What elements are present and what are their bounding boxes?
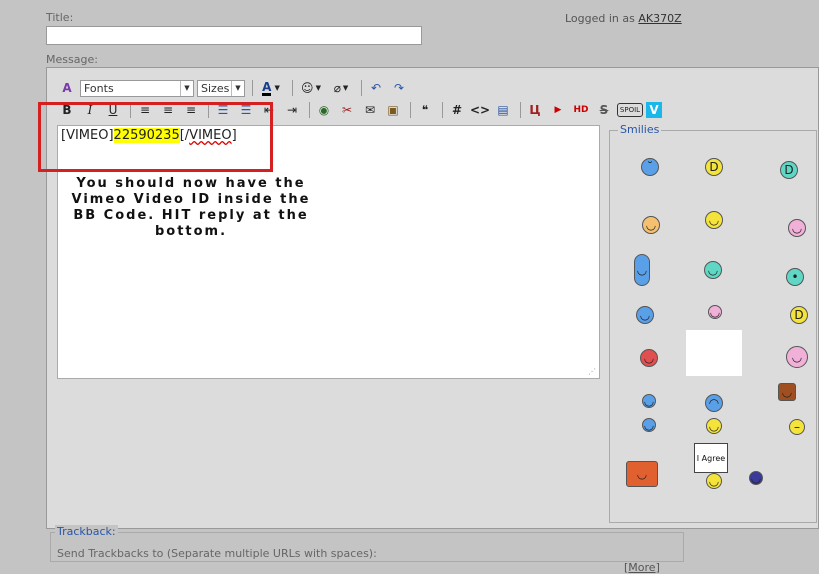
unlink-icon[interactable]: ✂: [337, 100, 357, 120]
toolbar-divider: [410, 102, 411, 118]
chevron-down-icon: ▼: [180, 80, 193, 96]
slug-smiley-icon[interactable]: •: [786, 268, 804, 286]
toolbar-divider: [292, 80, 293, 96]
door-peek-smiley-icon[interactable]: ◡: [778, 383, 796, 401]
baby-smiley-icon[interactable]: ◡: [786, 346, 808, 368]
insert-link-icon[interactable]: ◉: [314, 100, 334, 120]
sizes-select[interactable]: Sizes ▼: [197, 79, 245, 97]
blue-small-smiley-icon[interactable]: ◡: [642, 394, 656, 408]
quote-icon[interactable]: ❝: [415, 100, 435, 120]
font-color-icon[interactable]: A ▼: [257, 78, 285, 98]
cheer-smiley-icon[interactable]: ◡: [705, 211, 723, 229]
title-label: Title:: [46, 11, 74, 24]
toolbar-row-1: A Fonts ▼ Sizes ▼ A ▼ ☺ ▼ ⌀ ▼ ↶ ↷: [57, 77, 412, 99]
door-exit-smiley-icon[interactable]: ◡: [626, 461, 658, 487]
pink-smiley-icon[interactable]: ◡: [788, 219, 806, 237]
more-smilies-link[interactable]: [More]: [624, 561, 660, 574]
pink-spin-smiley-icon[interactable]: ◡: [708, 305, 722, 319]
soccer-ball-smiley-icon[interactable]: ◡: [749, 471, 763, 485]
message-label: Message:: [46, 53, 98, 66]
toolbar-divider: [252, 80, 253, 96]
username-link[interactable]: AK370Z: [638, 12, 681, 25]
toolbar-divider: [309, 102, 310, 118]
logged-in-prefix: Logged in as: [565, 12, 635, 25]
youtube-icon[interactable]: ▶: [548, 100, 568, 120]
yellow-eyes-smiley-icon[interactable]: ◡: [706, 418, 722, 434]
trackback-text: Send Trackbacks to (Separate multiple UR…: [57, 547, 377, 560]
smiley-menu-icon[interactable]: ☺ ▼: [297, 78, 325, 98]
sizes-select-label: Sizes: [201, 81, 230, 95]
blank-smiley-icon[interactable]: [686, 330, 742, 376]
highlight-annotation-box: [38, 102, 273, 172]
i-agree-face-icon: ◡: [706, 473, 722, 489]
trackback-legend: Trackback:: [55, 525, 118, 538]
laughing-smiley-icon[interactable]: D: [705, 158, 723, 176]
blue-figure-smiley-icon[interactable]: ◡: [634, 254, 650, 286]
insert-image-icon[interactable]: ▣: [383, 100, 403, 120]
thumbs-up-smiley-icon[interactable]: D: [780, 161, 798, 179]
php-icon[interactable]: ▤: [493, 100, 513, 120]
more-smilies-label: More: [628, 561, 656, 574]
big-grin-smiley-icon[interactable]: D: [790, 306, 808, 324]
youtube-alt-icon[interactable]: Ц: [525, 100, 545, 120]
title-input[interactable]: [46, 26, 422, 45]
strike-icon[interactable]: S: [594, 100, 614, 120]
neutral-smiley-icon[interactable]: –: [789, 419, 805, 435]
blue-grin-smiley-icon[interactable]: ◡: [642, 418, 656, 432]
toolbar-divider: [442, 102, 443, 118]
remove-format-icon[interactable]: A: [57, 78, 77, 98]
vimeo-icon[interactable]: V: [646, 102, 662, 118]
attach-icon[interactable]: ⌀ ▼: [328, 78, 354, 98]
instruction-annotation: You should now have the Vimeo Video ID i…: [71, 176, 311, 239]
code-html-icon[interactable]: <>: [470, 100, 490, 120]
toolbar-divider: [361, 80, 362, 96]
i-agree-sign-smiley-icon[interactable]: I Agree: [694, 443, 728, 473]
chevron-down-icon: ▼: [231, 80, 244, 96]
teal-figure-smiley-icon[interactable]: ◡: [704, 261, 722, 279]
indent-icon[interactable]: ⇥: [282, 100, 302, 120]
trackback-fieldset: Trackback: Send Trackbacks to (Separate …: [50, 525, 684, 562]
youtube-hd-icon[interactable]: HD: [571, 100, 591, 120]
fonts-select[interactable]: Fonts ▼: [80, 79, 194, 97]
toolbar-divider: [520, 102, 521, 118]
fonts-select-label: Fonts: [84, 81, 114, 95]
blue-sad2-smiley-icon[interactable]: ◠: [705, 394, 723, 412]
insert-email-icon[interactable]: ✉: [360, 100, 380, 120]
resize-handle-icon[interactable]: ⋰: [588, 367, 596, 376]
logged-in-status: Logged in as AK370Z: [565, 12, 682, 25]
code-hash-icon[interactable]: #: [447, 100, 467, 120]
undo-icon[interactable]: ↶: [366, 78, 386, 98]
spoiler-icon[interactable]: SPOIL: [617, 103, 643, 117]
drummer-smiley-icon[interactable]: ◡: [640, 349, 658, 367]
blue-sad-smiley-icon[interactable]: ˘: [641, 158, 659, 176]
redo-icon[interactable]: ↷: [389, 78, 409, 98]
smilies-legend: Smilies: [618, 123, 662, 136]
blue-thumbs-smiley-icon[interactable]: ◡: [636, 306, 654, 324]
smilies-panel: Smilies ˘ D D ◡ ◡ ◡ ◡ ◡ • ◡ ◡ D ◡ ◡ ◡ ◠ …: [609, 123, 817, 574]
hat-smiley-icon[interactable]: ◡: [642, 216, 660, 234]
